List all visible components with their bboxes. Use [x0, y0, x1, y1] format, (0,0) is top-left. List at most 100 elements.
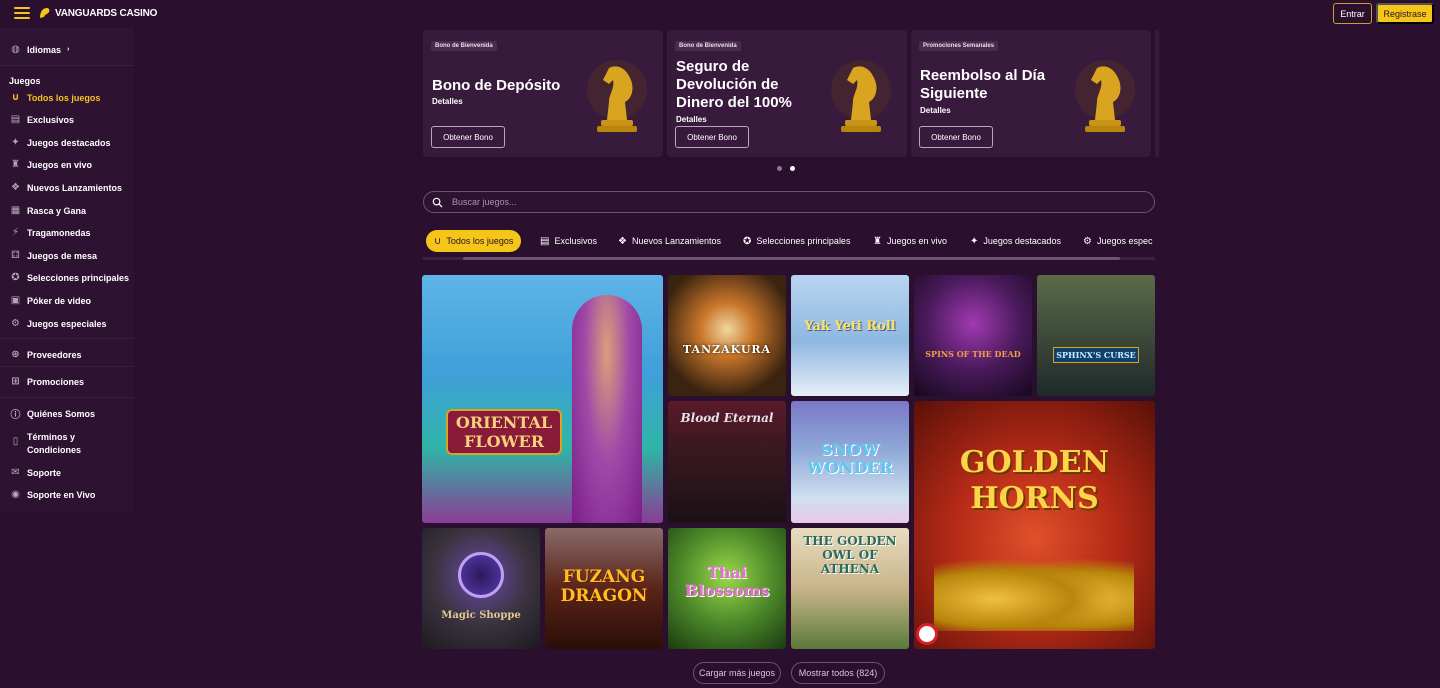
sidebar-item-label: Juegos destacados	[27, 137, 111, 148]
game-bulls-art	[934, 551, 1134, 631]
divider	[0, 338, 134, 339]
sidebar-item-exclusives[interactable]: ▤ Exclusivos	[10, 114, 74, 125]
game-tile-magic-shoppe[interactable]: Magic Shoppe	[422, 528, 540, 649]
tab-label: Nuevos Lanzamientos	[631, 236, 722, 246]
game-title: Thai Blossoms	[684, 563, 770, 600]
star-icon: ✦	[11, 137, 20, 148]
sidebar-link-live-support[interactable]: ◉ Soporte en Vivo	[10, 489, 95, 500]
sidebar-link-terms[interactable]: ▯ Términos y Condiciones	[10, 431, 107, 457]
divider	[0, 366, 134, 367]
tab-new-releases[interactable]: ❖ Nuevos Lanzamientos	[610, 230, 729, 252]
book-icon: ▤	[540, 235, 550, 247]
register-button[interactable]: Registrase	[1376, 3, 1434, 24]
gift-icon: ⊞	[11, 376, 20, 387]
get-bonus-button[interactable]: Obtener Bono	[431, 126, 505, 148]
promo-card-refund-insurance[interactable]: Bono de Bienvenida Seguro de Devolución …	[667, 30, 907, 157]
game-tile-snow-wonder[interactable]: SNOW WONDER	[791, 401, 909, 523]
new-icon: ❖	[11, 182, 20, 193]
game-title: SPHINX'S CURSE	[1053, 347, 1139, 363]
promo-card-next-day-cashback[interactable]: Promociones Semanales Reembolso al Día S…	[911, 30, 1151, 157]
game-title: GOLDEN HORNS	[959, 445, 1110, 516]
get-bonus-button[interactable]: Obtener Bono	[675, 126, 749, 148]
divider	[0, 397, 134, 398]
promo-details-link[interactable]: Detalles	[920, 106, 951, 115]
game-title: ORIENTAL FLOWER	[446, 409, 562, 455]
sidebar-link-support[interactable]: ✉ Soporte	[10, 467, 61, 478]
promo-details-link[interactable]: Detalles	[676, 115, 707, 124]
game-tile-sphinxs-curse[interactable]: SPHINX'S CURSE	[1037, 275, 1155, 396]
tabs-scrollbar[interactable]	[423, 257, 1155, 260]
sidebar-item-label: Todos los juegos	[27, 92, 101, 103]
game-tile-thai-blossoms[interactable]: Thai Blossoms	[668, 528, 786, 649]
sidebar-link-providers[interactable]: ⊛ Proveedores	[10, 349, 81, 360]
scrollbar-thumb[interactable]	[463, 257, 1120, 260]
load-more-button[interactable]: Cargar más juegos	[693, 662, 781, 684]
game-tile-golden-horns[interactable]: GOLDEN HORNS	[914, 401, 1155, 649]
carousel-dot[interactable]	[777, 166, 782, 171]
game-tile-spins-of-the-dead[interactable]: SPINS OF THE DEAD	[914, 275, 1032, 396]
game-tile-golden-owl-of-athena[interactable]: THE GOLDEN OWL OF ATHENA	[791, 528, 909, 649]
sidebar-item-label: Selecciones principales	[27, 272, 130, 283]
sidebar-item-label: Exclusivos	[27, 114, 75, 125]
sidebar-item-new[interactable]: ❖ Nuevos Lanzamientos	[10, 182, 122, 193]
tab-label: Exclusivos	[554, 236, 597, 246]
dice-icon: ⚃	[11, 250, 20, 261]
game-title: THE GOLDEN OWL OF ATHENA	[803, 534, 897, 576]
chat-icon: ◉	[11, 489, 20, 500]
top-bar: VANGUARDS CASINO Entrar Registrase	[0, 0, 1440, 28]
sidebar-item-featured[interactable]: ✦ Juegos destacados	[10, 137, 111, 148]
game-title: SNOW WONDER	[807, 440, 893, 477]
sidebar-item-video-poker[interactable]: ▣ Póker de video	[10, 295, 91, 306]
tab-top-picks[interactable]: ✪ Selecciones principales	[735, 230, 858, 252]
promo-title: Reembolso al Día Siguiente	[920, 67, 1046, 102]
tab-featured[interactable]: ✦ Juegos destacados	[962, 230, 1069, 252]
language-selector[interactable]: ◍ Idiomas ›	[10, 44, 69, 55]
game-title: Blood Eternal	[680, 411, 774, 425]
carousel-dot-active[interactable]	[790, 166, 795, 171]
tab-live-games[interactable]: ♜ Juegos en vivo	[865, 230, 955, 252]
sidebar-link-about[interactable]: ⓘ Quiénes Somos	[10, 408, 96, 422]
promo-card-deposit-bonus[interactable]: Bono de Bienvenida Bono de Depósito Deta…	[423, 30, 663, 157]
sidebar-item-top-picks[interactable]: ✪ Selecciones principales	[10, 272, 129, 283]
sidebar-item-table[interactable]: ⚃ Juegos de mesa	[10, 250, 97, 261]
game-eye-art	[458, 552, 504, 598]
dealer-icon: ♜	[873, 235, 882, 247]
tab-specials[interactable]: ⚙ Juegos espec	[1075, 230, 1155, 252]
category-tabs: ∪ Todos los juegos ▤ Exclusivos ❖ Nuevos…	[423, 228, 1155, 255]
hamburger-menu-icon[interactable]	[14, 7, 30, 20]
sidebar-item-label: Juegos especiales	[27, 318, 107, 329]
get-bonus-button[interactable]: Obtener Bono	[919, 126, 993, 148]
sidebar-item-specials[interactable]: ⚙ Juegos especiales	[10, 318, 107, 329]
game-search-bar	[423, 191, 1155, 213]
search-icon	[432, 197, 443, 208]
promo-tag: Bono de Bienvenida	[675, 41, 741, 51]
logo[interactable]: VANGUARDS CASINO	[38, 6, 157, 20]
chevron-right-icon: ›	[67, 46, 70, 53]
game-tile-blood-eternal[interactable]: Blood Eternal	[668, 401, 786, 523]
game-tile-fuzang-dragon[interactable]: FUZANG DRAGON	[545, 528, 663, 649]
game-thumbnail	[914, 275, 1032, 396]
sidebar-item-all-games[interactable]: ∪ Todos los juegos	[10, 92, 100, 103]
sidebar-item-live[interactable]: ♜ Juegos en vivo	[10, 159, 92, 170]
search-input[interactable]	[452, 195, 1142, 209]
sidebar-item-scratch[interactable]: ▦ Rasca y Gana	[10, 205, 86, 216]
video-icon: ▣	[10, 295, 21, 306]
tab-exclusives[interactable]: ▤ Exclusivos	[532, 230, 605, 252]
sidebar-item-label: Tragamonedas	[27, 227, 91, 238]
game-title: Yak Yeti Roll	[804, 319, 896, 334]
scratch-icon: ▦	[10, 205, 21, 216]
new-icon: ❖	[618, 235, 627, 247]
promo-tag: Promociones Semanales	[919, 41, 999, 51]
star-icon: ✦	[970, 235, 979, 247]
show-all-button[interactable]: Mostrar todos (824)	[791, 662, 885, 684]
promo-details-link[interactable]: Detalles	[432, 97, 463, 106]
tab-all-games[interactable]: ∪ Todos los juegos	[426, 230, 522, 252]
tab-label: Juegos espec	[1096, 236, 1153, 246]
game-tile-yak-yeti-roll[interactable]: Yak Yeti Roll	[791, 275, 909, 396]
game-tile-tanzakura[interactable]: TANZAKURA	[668, 275, 786, 396]
sidebar-item-slots[interactable]: ⚡ Tragamonedas	[10, 227, 91, 238]
logo-icon	[40, 8, 50, 18]
login-button[interactable]: Entrar	[1333, 3, 1372, 24]
game-tile-oriental-flower[interactable]: ORIENTAL FLOWER	[422, 275, 663, 523]
sidebar-link-promotions[interactable]: ⊞ Promociones	[10, 376, 84, 387]
